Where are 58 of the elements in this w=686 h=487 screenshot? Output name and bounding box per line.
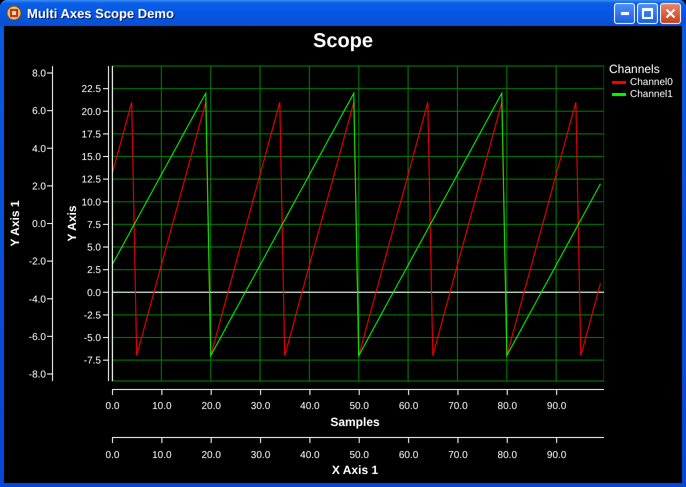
tick-label: 60.0 xyxy=(398,450,418,461)
tick-label: 80.0 xyxy=(498,450,518,461)
maximize-icon xyxy=(642,8,653,18)
tick-label: -8.0 xyxy=(28,370,46,380)
tick-label: 0.0 xyxy=(87,288,101,299)
minimize-icon xyxy=(620,12,628,14)
window-title: Multi Axes Scope Demo xyxy=(27,6,175,20)
tick-label: 90.0 xyxy=(546,401,566,412)
chart-title: Scope xyxy=(312,30,374,52)
tick-label: 0.0 xyxy=(106,401,120,412)
tick-label: 10.0 xyxy=(152,450,172,461)
maximize-button[interactable] xyxy=(637,2,658,24)
tick-label: 20.0 xyxy=(82,106,101,118)
tick-label: -4.0 xyxy=(28,294,46,306)
tick-label: 4.0 xyxy=(32,144,46,155)
tick-label: 15.0 xyxy=(82,152,101,164)
tick-label: 10.0 xyxy=(82,197,101,208)
tick-label: 50.0 xyxy=(350,450,369,461)
tick-label: -2.5 xyxy=(84,310,101,322)
minimize-button[interactable] xyxy=(614,2,635,24)
app-icon xyxy=(6,5,22,21)
tick-label: 22.5 xyxy=(82,84,101,96)
tick-label: 40.0 xyxy=(300,401,320,412)
tick-label: 50.0 xyxy=(350,401,369,412)
tick-label: 30.0 xyxy=(250,450,270,461)
tick-label: -5.0 xyxy=(84,333,101,344)
tick-label: 8.0 xyxy=(32,68,46,80)
tick-label: 60.0 xyxy=(398,401,418,412)
close-icon xyxy=(665,8,676,18)
legend-label: Channel0 xyxy=(630,77,673,88)
tick-label: -2.0 xyxy=(28,256,46,268)
tick-label: 40.0 xyxy=(300,450,320,461)
tick-label: 0.0 xyxy=(106,450,120,461)
tick-label: 80.0 xyxy=(498,401,518,412)
axis-title: Samples xyxy=(330,415,380,429)
tick-label: 10.0 xyxy=(152,401,172,412)
tick-label: 12.5 xyxy=(82,174,101,186)
tick-label: 0.0 xyxy=(32,219,46,230)
close-button[interactable] xyxy=(660,2,681,24)
tick-label: 5.0 xyxy=(87,242,101,254)
tick-label: 20.0 xyxy=(201,450,221,461)
tick-label: 6.0 xyxy=(32,106,46,118)
tick-label: 20.0 xyxy=(201,401,221,412)
axis-title: Y Axis xyxy=(65,205,79,242)
tick-label: 7.5 xyxy=(87,220,101,231)
tick-label: 2.0 xyxy=(32,181,46,192)
tick-label: 30.0 xyxy=(250,401,270,412)
tick-label: 17.5 xyxy=(82,129,101,140)
tick-label: 70.0 xyxy=(448,401,468,412)
tick-label: -6.0 xyxy=(28,332,46,343)
axis-title: Y Axis 1 xyxy=(8,200,22,247)
legend-title: Channels xyxy=(609,62,661,76)
tick-label: 2.5 xyxy=(87,265,101,276)
tick-label: -7.5 xyxy=(84,356,101,367)
tick-label: 90.0 xyxy=(546,450,566,461)
legend-label: Channel1 xyxy=(630,89,673,100)
tick-label: 70.0 xyxy=(448,450,468,461)
axis-title: X Axis 1 xyxy=(332,463,378,477)
